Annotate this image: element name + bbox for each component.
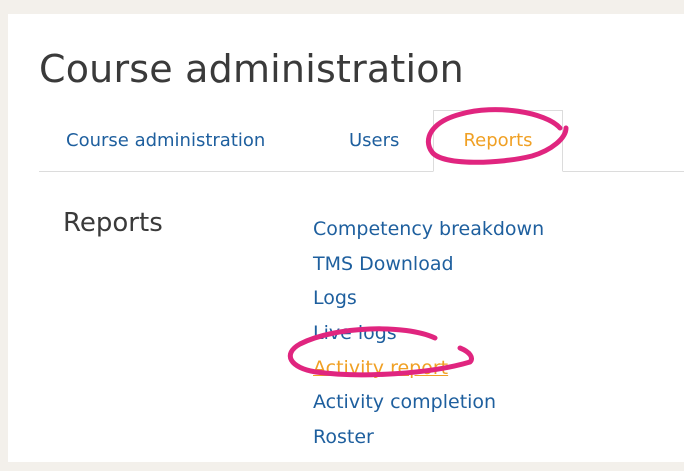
content-panel: Course administration Course administrat… [8,14,684,462]
tab-users[interactable]: Users [349,110,399,171]
tab-bar: Course administration Users Reports [39,110,684,172]
list-item: Logs [313,281,544,316]
link-live-logs[interactable]: Live logs [313,322,397,344]
list-item: Live logs [313,316,544,351]
link-logs[interactable]: Logs [313,287,357,309]
list-item: Roster [313,420,544,455]
link-activity-report[interactable]: Activity report [313,357,448,379]
list-item: Activity report [313,351,544,386]
link-activity-completion[interactable]: Activity completion [313,391,496,413]
link-competency-breakdown[interactable]: Competency breakdown [313,218,544,240]
section-heading: Reports [63,208,163,238]
link-roster[interactable]: Roster [313,426,374,448]
report-links-list: Competency breakdown TMS Download Logs L… [313,212,544,455]
list-item: Competency breakdown [313,212,544,247]
page-title: Course administration [39,47,464,91]
tab-course-administration[interactable]: Course administration [66,110,265,171]
list-item: Activity completion [313,385,544,420]
list-item: TMS Download [313,247,544,282]
link-tms-download[interactable]: TMS Download [313,253,454,275]
tab-reports[interactable]: Reports [433,110,563,172]
